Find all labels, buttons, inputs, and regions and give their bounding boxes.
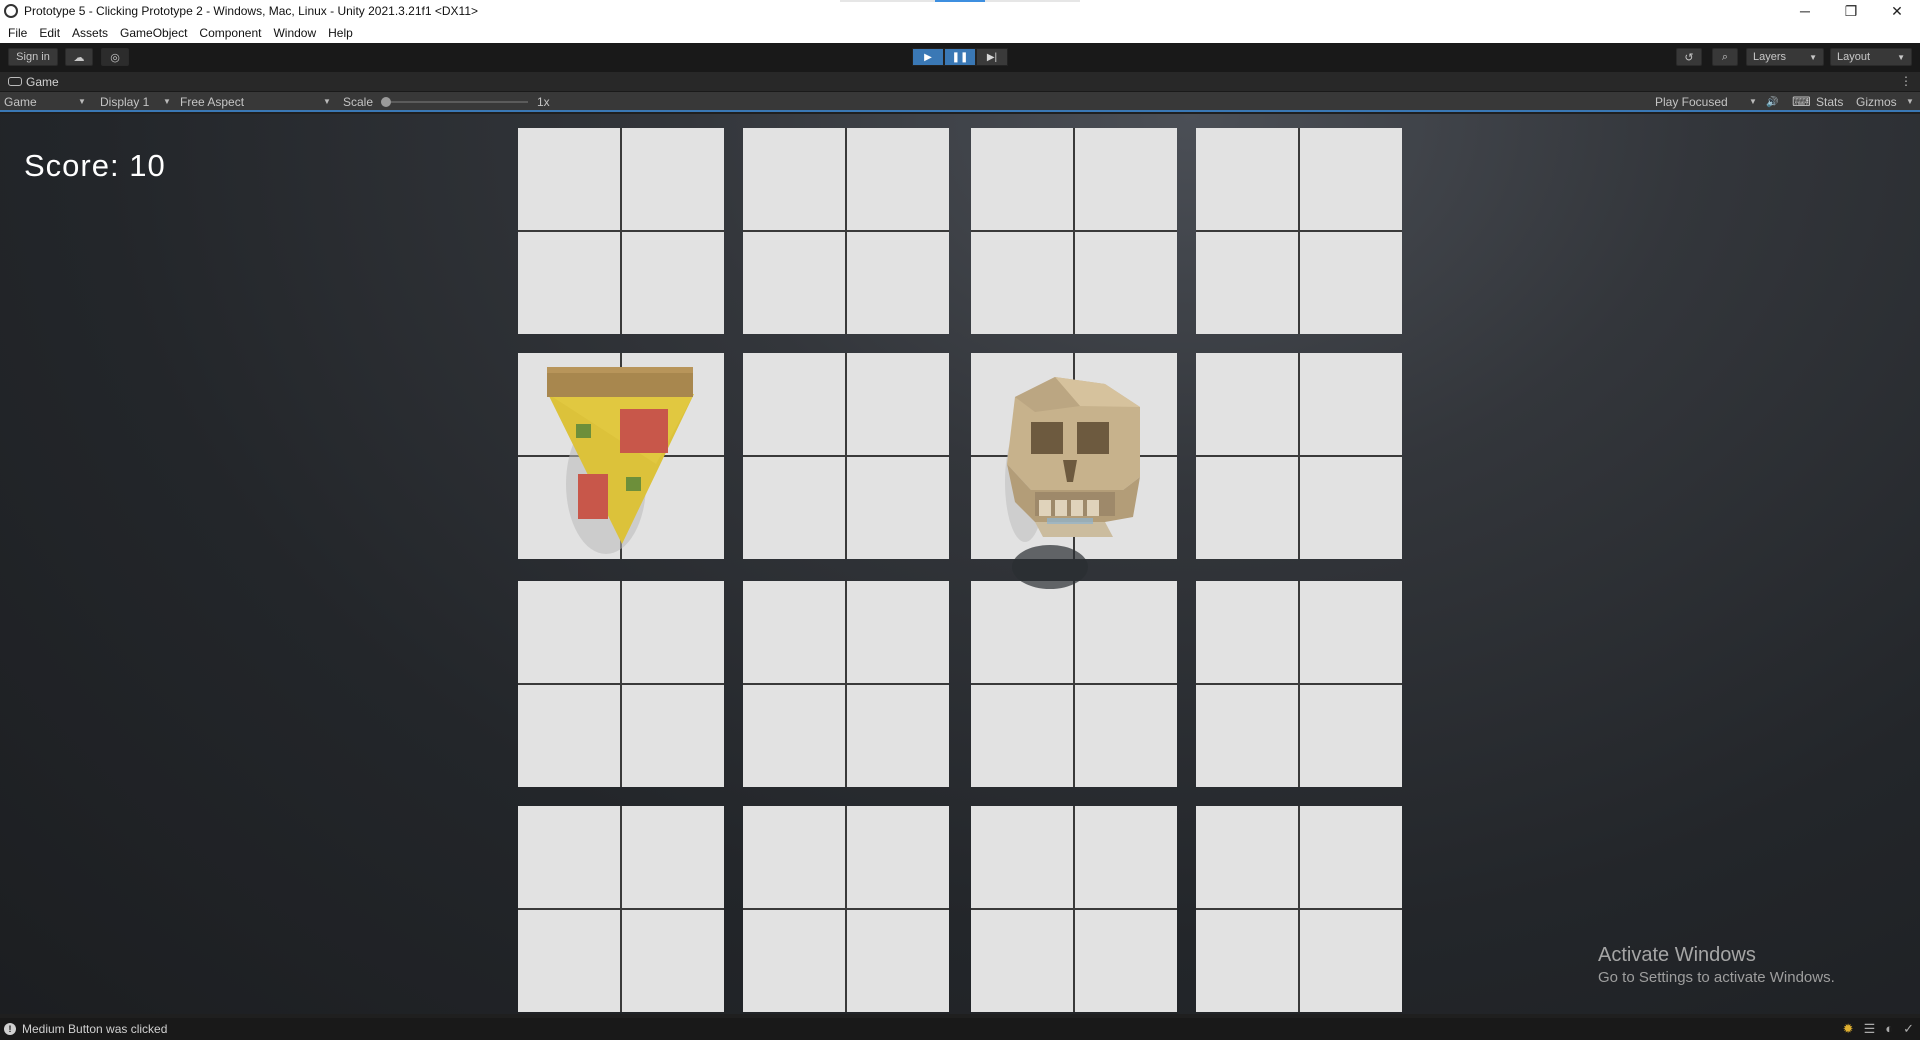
console-message[interactable]: Medium Button was clicked <box>22 1022 167 1036</box>
layout-label: Layout <box>1837 51 1871 63</box>
tab-game[interactable]: Game <box>8 75 59 89</box>
menu-assets[interactable]: Assets <box>67 26 115 40</box>
grid-tile[interactable] <box>971 806 1177 1012</box>
minimize-button[interactable]: ─ <box>1782 0 1828 22</box>
menu-help[interactable]: Help <box>323 26 360 40</box>
title-bar: Prototype 5 - Clicking Prototype 2 - Win… <box>0 0 1920 22</box>
layers-dropdown[interactable]: Layers ▼ <box>1746 48 1824 66</box>
pause-button[interactable]: ❚❚ <box>944 48 976 66</box>
chevron-down-icon: ▼ <box>78 97 86 106</box>
menu-bar: File Edit Assets GameObject Component Wi… <box>0 22 1920 43</box>
menu-gameobject[interactable]: GameObject <box>115 26 194 40</box>
check-icon[interactable]: ✓ <box>1903 1021 1914 1037</box>
grid-tile[interactable] <box>971 128 1177 334</box>
score-text: Score: 10 <box>24 148 166 183</box>
stats-button[interactable]: Stats <box>1816 94 1843 110</box>
chevron-down-icon: ▼ <box>1906 97 1914 106</box>
grid-tile[interactable] <box>971 581 1177 787</box>
cloud-icon[interactable]: ☁ <box>65 48 93 66</box>
keyboard-icon[interactable]: ⌨ <box>1792 94 1811 110</box>
menu-component[interactable]: Component <box>194 26 268 40</box>
chevron-down-icon: ▼ <box>163 97 171 106</box>
watermark-subtitle: Go to Settings to activate Windows. <box>1598 969 1835 986</box>
gizmos-dropdown[interactable]: Gizmos ▼ <box>1856 94 1914 110</box>
grid-tile[interactable] <box>1196 581 1402 787</box>
scale-slider-handle[interactable] <box>381 97 391 107</box>
global-illumination-icon[interactable]: ◐ <box>1885 1021 1893 1037</box>
grid-tile[interactable] <box>1196 806 1402 1012</box>
step-button[interactable]: ▶| <box>976 48 1008 66</box>
window-title: Prototype 5 - Clicking Prototype 2 - Win… <box>24 4 478 18</box>
scale-value: 1x <box>537 95 550 109</box>
gizmos-label: Gizmos <box>1856 95 1897 109</box>
watermark-title: Activate Windows <box>1598 944 1756 966</box>
cache-server-icon[interactable]: ☰ <box>1864 1021 1876 1037</box>
unity-logo-icon <box>4 4 18 18</box>
activate-windows-watermark: Activate Windows Go to Settings to activ… <box>1598 944 1835 986</box>
grid-tile[interactable] <box>518 128 724 334</box>
chevron-down-icon: ▼ <box>1809 52 1817 62</box>
menu-window[interactable]: Window <box>268 26 323 40</box>
search-icon[interactable]: ⌕ <box>1712 48 1738 66</box>
status-bar: ! Medium Button was clicked ✹ ☰ ◐ ✓ <box>0 1018 1920 1040</box>
history-icon[interactable]: ↺ <box>1676 48 1702 66</box>
game-panel-header: Game ⋮ <box>0 72 1920 92</box>
info-icon: ! <box>4 1023 16 1035</box>
taskbar-progress-strip <box>840 0 1080 2</box>
chevron-down-icon: ▼ <box>323 97 331 106</box>
tab-game-label: Game <box>26 74 59 89</box>
display-dropdown[interactable]: Display 1 ▼ <box>100 94 172 110</box>
aspect-dropdown[interactable]: Free Aspect ▼ <box>180 94 336 110</box>
view-mode-label: Game <box>4 95 37 109</box>
bug-icon[interactable]: ✹ <box>1843 1021 1854 1037</box>
grid-tile[interactable] <box>743 353 949 559</box>
grid-tile[interactable] <box>1196 353 1402 559</box>
pizza-slice-target[interactable] <box>536 364 706 564</box>
close-button[interactable]: ✕ <box>1874 0 1920 22</box>
scale-slider-track[interactable] <box>388 101 528 103</box>
chevron-down-icon: ▼ <box>1749 97 1757 106</box>
collab-icon[interactable]: ◎ <box>101 48 129 66</box>
gamepad-icon <box>8 77 22 86</box>
restore-button[interactable]: ❐ <box>1828 0 1874 22</box>
display-label: Display 1 <box>100 95 150 109</box>
play-mode-label: Play Focused <box>1655 95 1728 109</box>
layout-dropdown[interactable]: Layout ▼ <box>1830 48 1912 66</box>
skull-target[interactable] <box>995 372 1145 602</box>
view-mode-dropdown[interactable]: Game ▼ <box>4 94 88 110</box>
grid-tile[interactable] <box>743 128 949 334</box>
game-view[interactable]: Score: 10 Activate Windows Go to Setting… <box>0 114 1920 1014</box>
panel-menu-icon[interactable]: ⋮ <box>1900 74 1912 88</box>
sign-in-button[interactable]: Sign in <box>8 48 58 66</box>
grid-tile[interactable] <box>743 806 949 1012</box>
menu-file[interactable]: File <box>3 26 34 40</box>
grid-tile[interactable] <box>1196 128 1402 334</box>
grid-tile[interactable] <box>743 581 949 787</box>
game-view-toolbar: Game ▼ Display 1 ▼ Free Aspect ▼ Scale 1… <box>0 92 1920 112</box>
menu-edit[interactable]: Edit <box>34 26 67 40</box>
scale-label: Scale <box>343 95 374 109</box>
window-controls: ─ ❐ ✕ <box>1782 0 1920 22</box>
chevron-down-icon: ▼ <box>1897 52 1905 62</box>
play-mode-dropdown[interactable]: Play Focused ▼ <box>1655 94 1759 110</box>
audio-icon[interactable]: 🔊 <box>1766 94 1778 110</box>
play-button[interactable]: ▶ <box>912 48 944 66</box>
grid-tile[interactable] <box>518 806 724 1012</box>
grid-tile[interactable] <box>518 581 724 787</box>
layers-label: Layers <box>1753 51 1787 63</box>
main-toolbar: Sign in ☁ ◎ ▶ ❚❚ ▶| ↺ ⌕ Layers ▼ Layout … <box>0 43 1920 72</box>
playback-controls: ▶ ❚❚ ▶| <box>912 48 1008 66</box>
aspect-label: Free Aspect <box>180 95 245 109</box>
status-icons: ✹ ☰ ◐ ✓ <box>1843 1021 1914 1037</box>
